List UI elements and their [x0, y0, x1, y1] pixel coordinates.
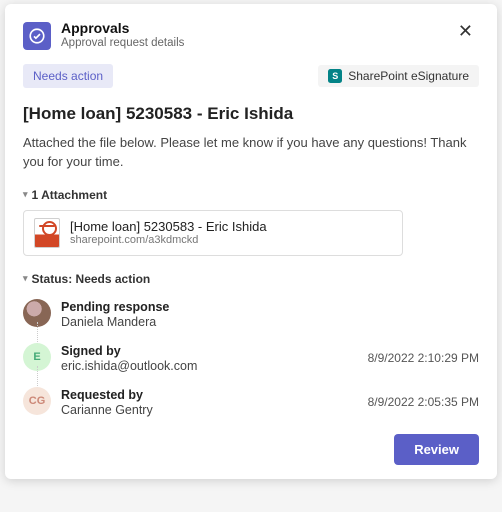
avatar: E: [23, 343, 51, 371]
status-heading[interactable]: ▾ Status: Needs action: [23, 272, 479, 286]
timeline-requested: CG Requested by Carianne Gentry 8/9/2022…: [23, 380, 479, 424]
dialog-title: Approvals: [61, 20, 442, 37]
timeline-email: eric.ishida@outlook.com: [61, 359, 197, 373]
request-message: Attached the file below. Please let me k…: [23, 134, 479, 172]
timeline-person: Daniela Mandera: [61, 315, 169, 329]
review-button[interactable]: Review: [394, 434, 479, 465]
attachment-item[interactable]: [Home loan] 5230583 - Eric Ishida sharep…: [23, 210, 403, 256]
request-subject: [Home loan] 5230583 - Eric Ishida: [23, 104, 479, 124]
timeline-timestamp: 8/9/2022 2:05:35 PM: [368, 395, 479, 409]
status-timeline: Pending response Daniela Mandera E Signe…: [23, 292, 479, 425]
timeline-timestamp: 8/9/2022 2:10:29 PM: [368, 351, 479, 365]
avatar: [23, 299, 51, 327]
chevron-down-icon: ▾: [23, 189, 28, 200]
source-badge: SharePoint eSignature: [318, 65, 479, 87]
timeline-title: Requested by: [61, 387, 153, 403]
avatar: CG: [23, 387, 51, 415]
close-icon: ✕: [458, 21, 473, 41]
source-label: SharePoint eSignature: [348, 69, 469, 83]
close-button[interactable]: ✕: [452, 20, 479, 42]
status-badge: Needs action: [23, 64, 113, 88]
sharepoint-icon: [328, 69, 342, 83]
dialog-subtitle: Approval request details: [61, 37, 442, 49]
chevron-down-icon: ▾: [23, 273, 28, 284]
attachment-location: sharepoint.com/a3kdmckd: [70, 234, 267, 246]
timeline-title: Signed by: [61, 343, 197, 359]
approvals-dialog: Approvals Approval request details ✕ Nee…: [5, 4, 497, 479]
dialog-header: Approvals Approval request details ✕: [23, 20, 479, 50]
dialog-footer: Review: [23, 434, 479, 465]
approvals-app-icon: [23, 22, 51, 50]
timeline-person: Carianne Gentry: [61, 403, 153, 417]
timeline-title: Pending response: [61, 299, 169, 315]
attachments-heading[interactable]: ▾ 1 Attachment: [23, 188, 479, 202]
timeline-pending: Pending response Daniela Mandera: [23, 292, 479, 336]
timeline-signed: E Signed by eric.ishida@outlook.com 8/9/…: [23, 336, 479, 380]
attachment-name: [Home loan] 5230583 - Eric Ishida: [70, 219, 267, 234]
file-icon: [34, 218, 60, 248]
